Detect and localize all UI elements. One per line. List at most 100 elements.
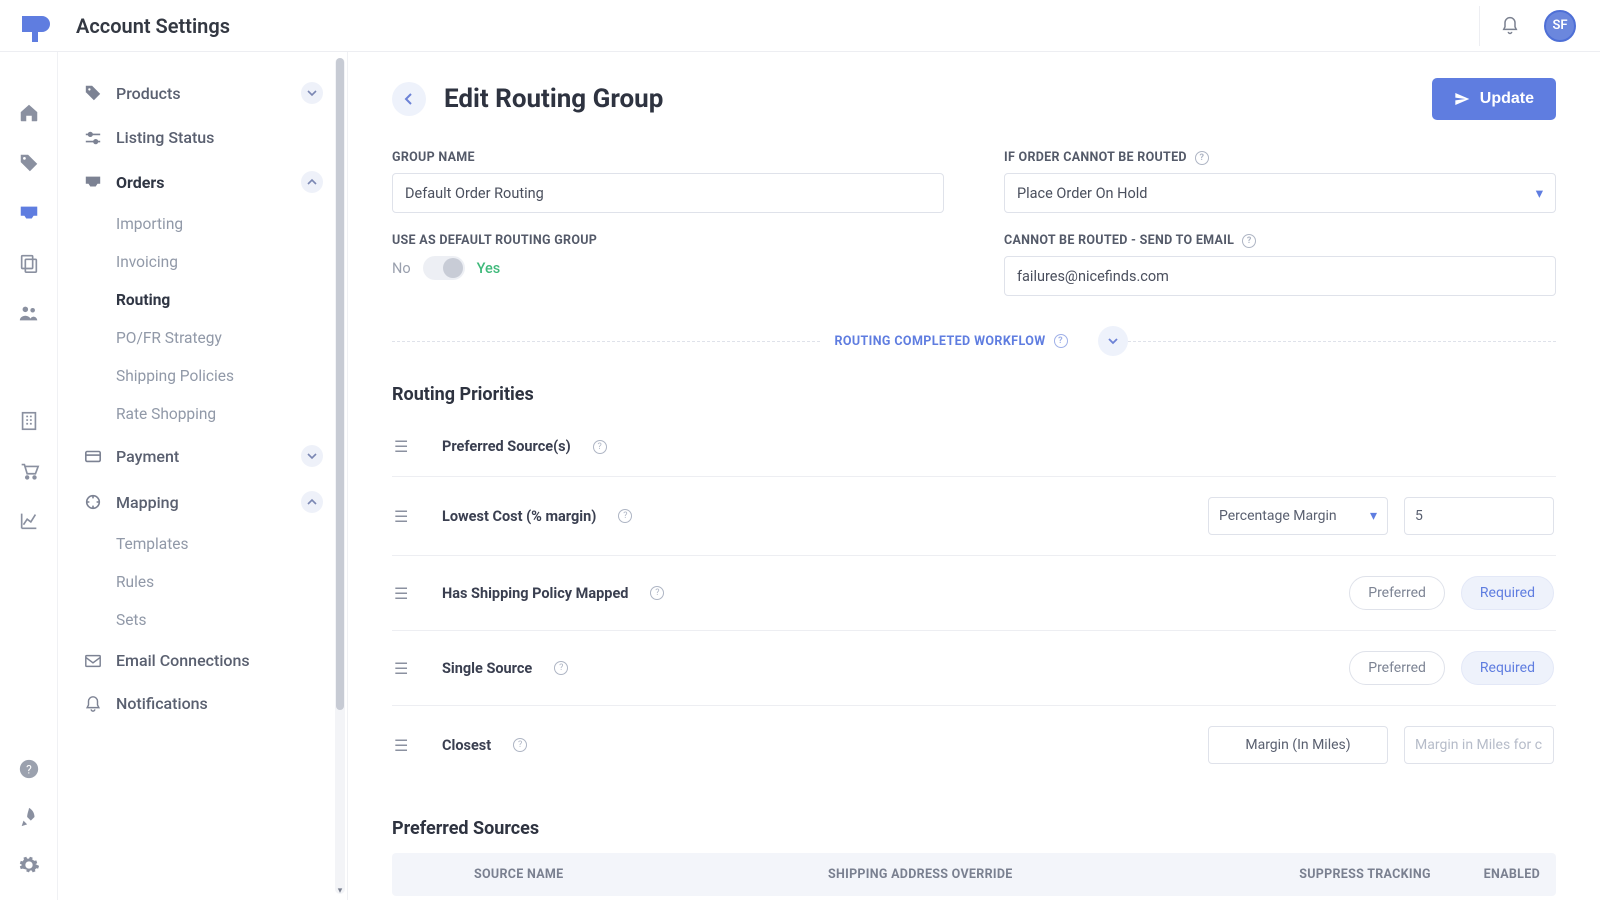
sidebar-item-email-connections[interactable]: Email Connections — [74, 639, 333, 682]
if-cannot-route-select[interactable]: Place Order On Hold ▾ — [1004, 173, 1556, 213]
label-use-default: USE AS DEFAULT ROUTING GROUP — [392, 233, 944, 248]
label-if-cannot-route: IF ORDER CANNOT BE ROUTED ? — [1004, 150, 1556, 165]
rail-inbox-icon[interactable] — [18, 202, 40, 224]
closest-margin-label: Margin (In Miles) — [1208, 726, 1388, 764]
rail-cart-icon[interactable] — [18, 460, 40, 482]
drag-handle-icon[interactable]: ☰ — [394, 584, 410, 603]
update-button[interactable]: Update — [1432, 78, 1556, 120]
sidebar-label: Products — [116, 84, 181, 103]
col-shipping-override: SHIPPING ADDRESS OVERRIDE — [828, 867, 1280, 882]
user-avatar[interactable]: SF — [1544, 10, 1576, 42]
sidebar-scrollbar[interactable]: ▴ ▾ — [335, 58, 345, 894]
sidebar-item-listing-status[interactable]: Listing Status — [74, 116, 333, 159]
sidebar-label: Orders — [116, 173, 164, 192]
help-icon[interactable]: ? — [513, 738, 527, 752]
workflow-divider-label: ROUTING COMPLETED WORKFLOW ? — [820, 334, 1081, 349]
sidebar-label: Email Connections — [116, 651, 250, 670]
sidebar-label: Notifications — [116, 694, 208, 713]
routing-priorities-title: Routing Priorities — [392, 384, 1556, 405]
sidebar-sub-shipping-policies[interactable]: Shipping Policies — [74, 357, 333, 395]
priority-has-shipping-policy: Has Shipping Policy Mapped — [442, 585, 628, 602]
rail-rocket-icon[interactable] — [18, 806, 40, 828]
help-icon[interactable]: ? — [554, 661, 568, 675]
sidebar-label: Listing Status — [116, 128, 214, 147]
rail-chart-icon[interactable] — [18, 510, 40, 532]
default-routing-toggle[interactable] — [423, 256, 465, 280]
help-icon[interactable]: ? — [618, 509, 632, 523]
rail-help-icon[interactable]: ? — [18, 758, 40, 780]
rail-users-icon[interactable] — [18, 302, 40, 324]
preferred-pill[interactable]: Preferred — [1349, 651, 1445, 685]
help-icon[interactable]: ? — [650, 586, 664, 600]
help-icon[interactable]: ? — [1054, 334, 1068, 348]
drag-handle-icon[interactable]: ☰ — [394, 736, 410, 755]
rail-building-icon[interactable] — [18, 410, 40, 432]
chevron-down-icon: ▾ — [1536, 185, 1543, 202]
bell-icon — [84, 695, 102, 713]
preferred-sources-title: Preferred Sources — [392, 818, 1556, 839]
preferred-sources-table-header: SOURCE NAME SHIPPING ADDRESS OVERRIDE SU… — [392, 853, 1556, 896]
toggle-on-label: Yes — [477, 260, 501, 277]
rail-settings-icon[interactable] — [18, 854, 40, 876]
sidebar-sub-rate-shopping[interactable]: Rate Shopping — [74, 395, 333, 433]
sidebar-sub-importing[interactable]: Importing — [74, 205, 333, 243]
priority-closest: Closest — [442, 737, 491, 754]
rail-tag-icon[interactable] — [18, 152, 40, 174]
chevron-down-icon — [301, 445, 323, 467]
sliders-icon — [84, 129, 102, 147]
sidebar-sub-routing[interactable]: Routing — [74, 281, 333, 319]
svg-text:?: ? — [26, 763, 32, 777]
sidebar-sub-sets[interactable]: Sets — [74, 601, 333, 639]
closest-margin-input[interactable] — [1404, 726, 1554, 764]
sidebar-item-products[interactable]: Products — [74, 70, 333, 116]
card-icon — [84, 447, 102, 465]
sidebar-item-notifications[interactable]: Notifications — [74, 682, 333, 725]
toggle-off-label: No — [392, 260, 411, 277]
help-icon[interactable]: ? — [1242, 234, 1256, 248]
label-cannot-route-email: CANNOT BE ROUTED - SEND TO EMAIL ? — [1004, 233, 1556, 248]
mail-icon — [84, 652, 102, 670]
sidebar-sub-templates[interactable]: Templates — [74, 525, 333, 563]
sidebar-sub-rules[interactable]: Rules — [74, 563, 333, 601]
priority-lowest-cost: Lowest Cost (% margin) — [442, 508, 596, 525]
help-icon[interactable]: ? — [1195, 151, 1209, 165]
sidebar-label: Payment — [116, 447, 179, 466]
cannot-route-email-input[interactable] — [1004, 256, 1556, 296]
page-title: Edit Routing Group — [444, 84, 663, 114]
help-icon[interactable]: ? — [593, 440, 607, 454]
rail-copy-icon[interactable] — [18, 252, 40, 274]
sidebar-item-payment[interactable]: Payment — [74, 433, 333, 479]
sidebar-sub-pofr[interactable]: PO/FR Strategy — [74, 319, 333, 357]
sidebar-sub-invoicing[interactable]: Invoicing — [74, 243, 333, 281]
required-pill[interactable]: Required — [1461, 651, 1554, 685]
chevron-up-icon — [301, 171, 323, 193]
tag-icon — [84, 84, 102, 102]
drag-handle-icon[interactable]: ☰ — [394, 659, 410, 678]
select-value: Place Order On Hold — [1017, 185, 1147, 202]
chevron-down-icon — [301, 82, 323, 104]
lowest-cost-margin-value-input[interactable] — [1404, 497, 1554, 535]
send-icon — [1454, 91, 1470, 107]
col-suppress-tracking: SUPPRESS TRACKING — [1280, 867, 1450, 882]
col-source-name: SOURCE NAME — [408, 867, 828, 882]
col-enabled: ENABLED — [1450, 867, 1540, 882]
group-name-input[interactable] — [392, 173, 944, 213]
lowest-cost-margin-type-select[interactable]: Percentage Margin ▾ — [1208, 497, 1388, 535]
priority-preferred-sources: Preferred Source(s) — [442, 438, 571, 455]
required-pill[interactable]: Required — [1461, 576, 1554, 610]
page-context-title: Account Settings — [76, 14, 230, 38]
back-button[interactable] — [392, 82, 426, 116]
drag-handle-icon[interactable]: ☰ — [394, 437, 410, 456]
update-button-label: Update — [1480, 90, 1534, 108]
preferred-pill[interactable]: Preferred — [1349, 576, 1445, 610]
app-logo[interactable] — [18, 8, 54, 44]
priority-single-source: Single Source — [442, 660, 532, 677]
sidebar-item-orders[interactable]: Orders — [74, 159, 333, 205]
drag-handle-icon[interactable]: ☰ — [394, 507, 410, 526]
notifications-bell-icon[interactable] — [1500, 16, 1520, 36]
chevron-down-icon: ▾ — [1370, 508, 1377, 524]
workflow-expand-button[interactable] — [1098, 326, 1128, 356]
rail-home-icon[interactable] — [18, 102, 40, 124]
sidebar-item-mapping[interactable]: Mapping — [74, 479, 333, 525]
sidebar-label: Mapping — [116, 493, 179, 512]
